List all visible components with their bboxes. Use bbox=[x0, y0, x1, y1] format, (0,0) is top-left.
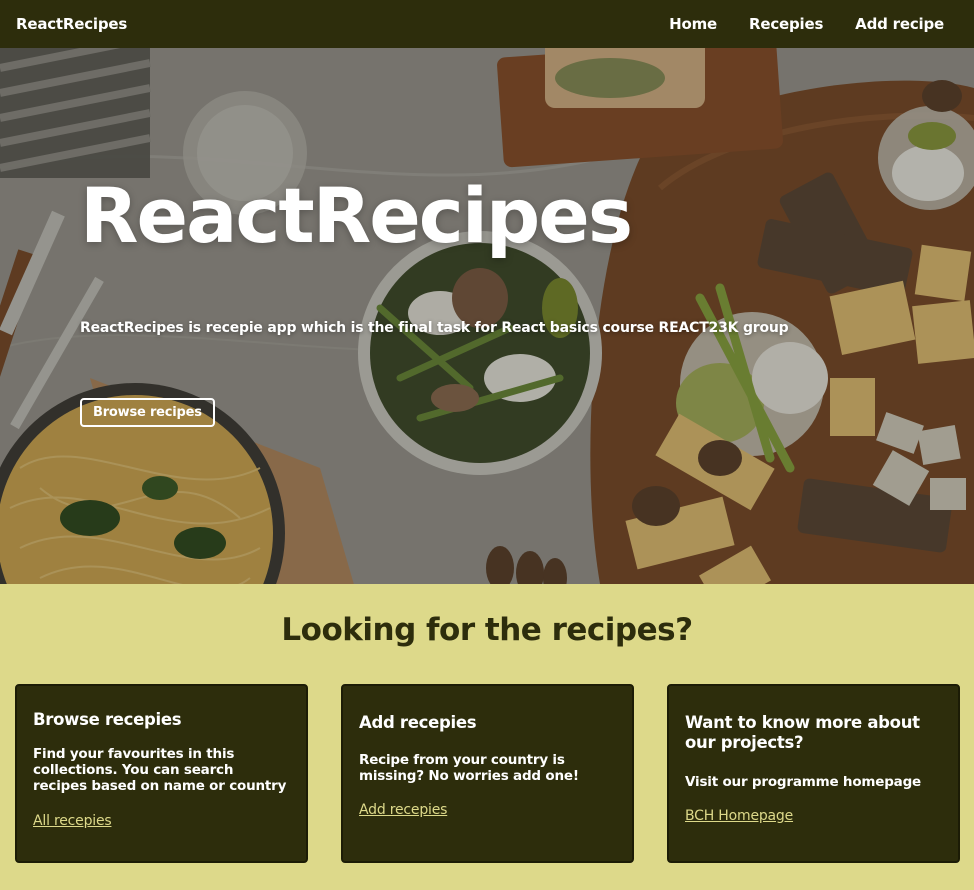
all-recepies-link[interactable]: All recepies bbox=[33, 813, 112, 829]
brand-link[interactable]: ReactRecipes bbox=[16, 15, 127, 33]
card-add-recepies: Add recepies Recipe from your country is… bbox=[341, 684, 634, 863]
features-section: Looking for the recipes? Browse recepies… bbox=[0, 584, 974, 890]
hero-content: ReactRecipes ReactRecipes is recepie app… bbox=[80, 178, 880, 427]
card-text: Recipe from your country is missing? No … bbox=[359, 752, 579, 784]
nav-links: Home Recepies Add recipe bbox=[669, 15, 944, 33]
hero-title: ReactRecipes bbox=[80, 171, 633, 260]
navbar: ReactRecipes Home Recepies Add recipe bbox=[0, 0, 974, 48]
card-about-projects: Want to know more about our projects? Vi… bbox=[667, 684, 960, 863]
nav-link-add-recipe[interactable]: Add recipe bbox=[855, 15, 944, 33]
bch-homepage-link[interactable]: BCH Homepage bbox=[685, 808, 793, 824]
hero-section: ReactRecipes ReactRecipes is recepie app… bbox=[0, 48, 974, 584]
card-text: Visit our programme homepage bbox=[685, 774, 922, 790]
section-title: Looking for the recipes? bbox=[281, 612, 693, 648]
add-recepies-link[interactable]: Add recepies bbox=[359, 802, 447, 818]
card-text: Find your favourites in this collections… bbox=[33, 746, 287, 794]
browse-recipes-button[interactable]: Browse recipes bbox=[80, 398, 215, 427]
hero-subtitle: ReactRecipes is recepie app which is the… bbox=[80, 320, 789, 336]
card-title: Browse recepies bbox=[33, 710, 182, 729]
card-title: Add recepies bbox=[359, 713, 477, 732]
nav-link-home[interactable]: Home bbox=[669, 15, 717, 33]
card-browse-recepies: Browse recepies Find your favourites in … bbox=[15, 684, 308, 863]
nav-link-recepies[interactable]: Recepies bbox=[749, 15, 823, 33]
card-title: Want to know more about our projects? bbox=[685, 713, 920, 752]
